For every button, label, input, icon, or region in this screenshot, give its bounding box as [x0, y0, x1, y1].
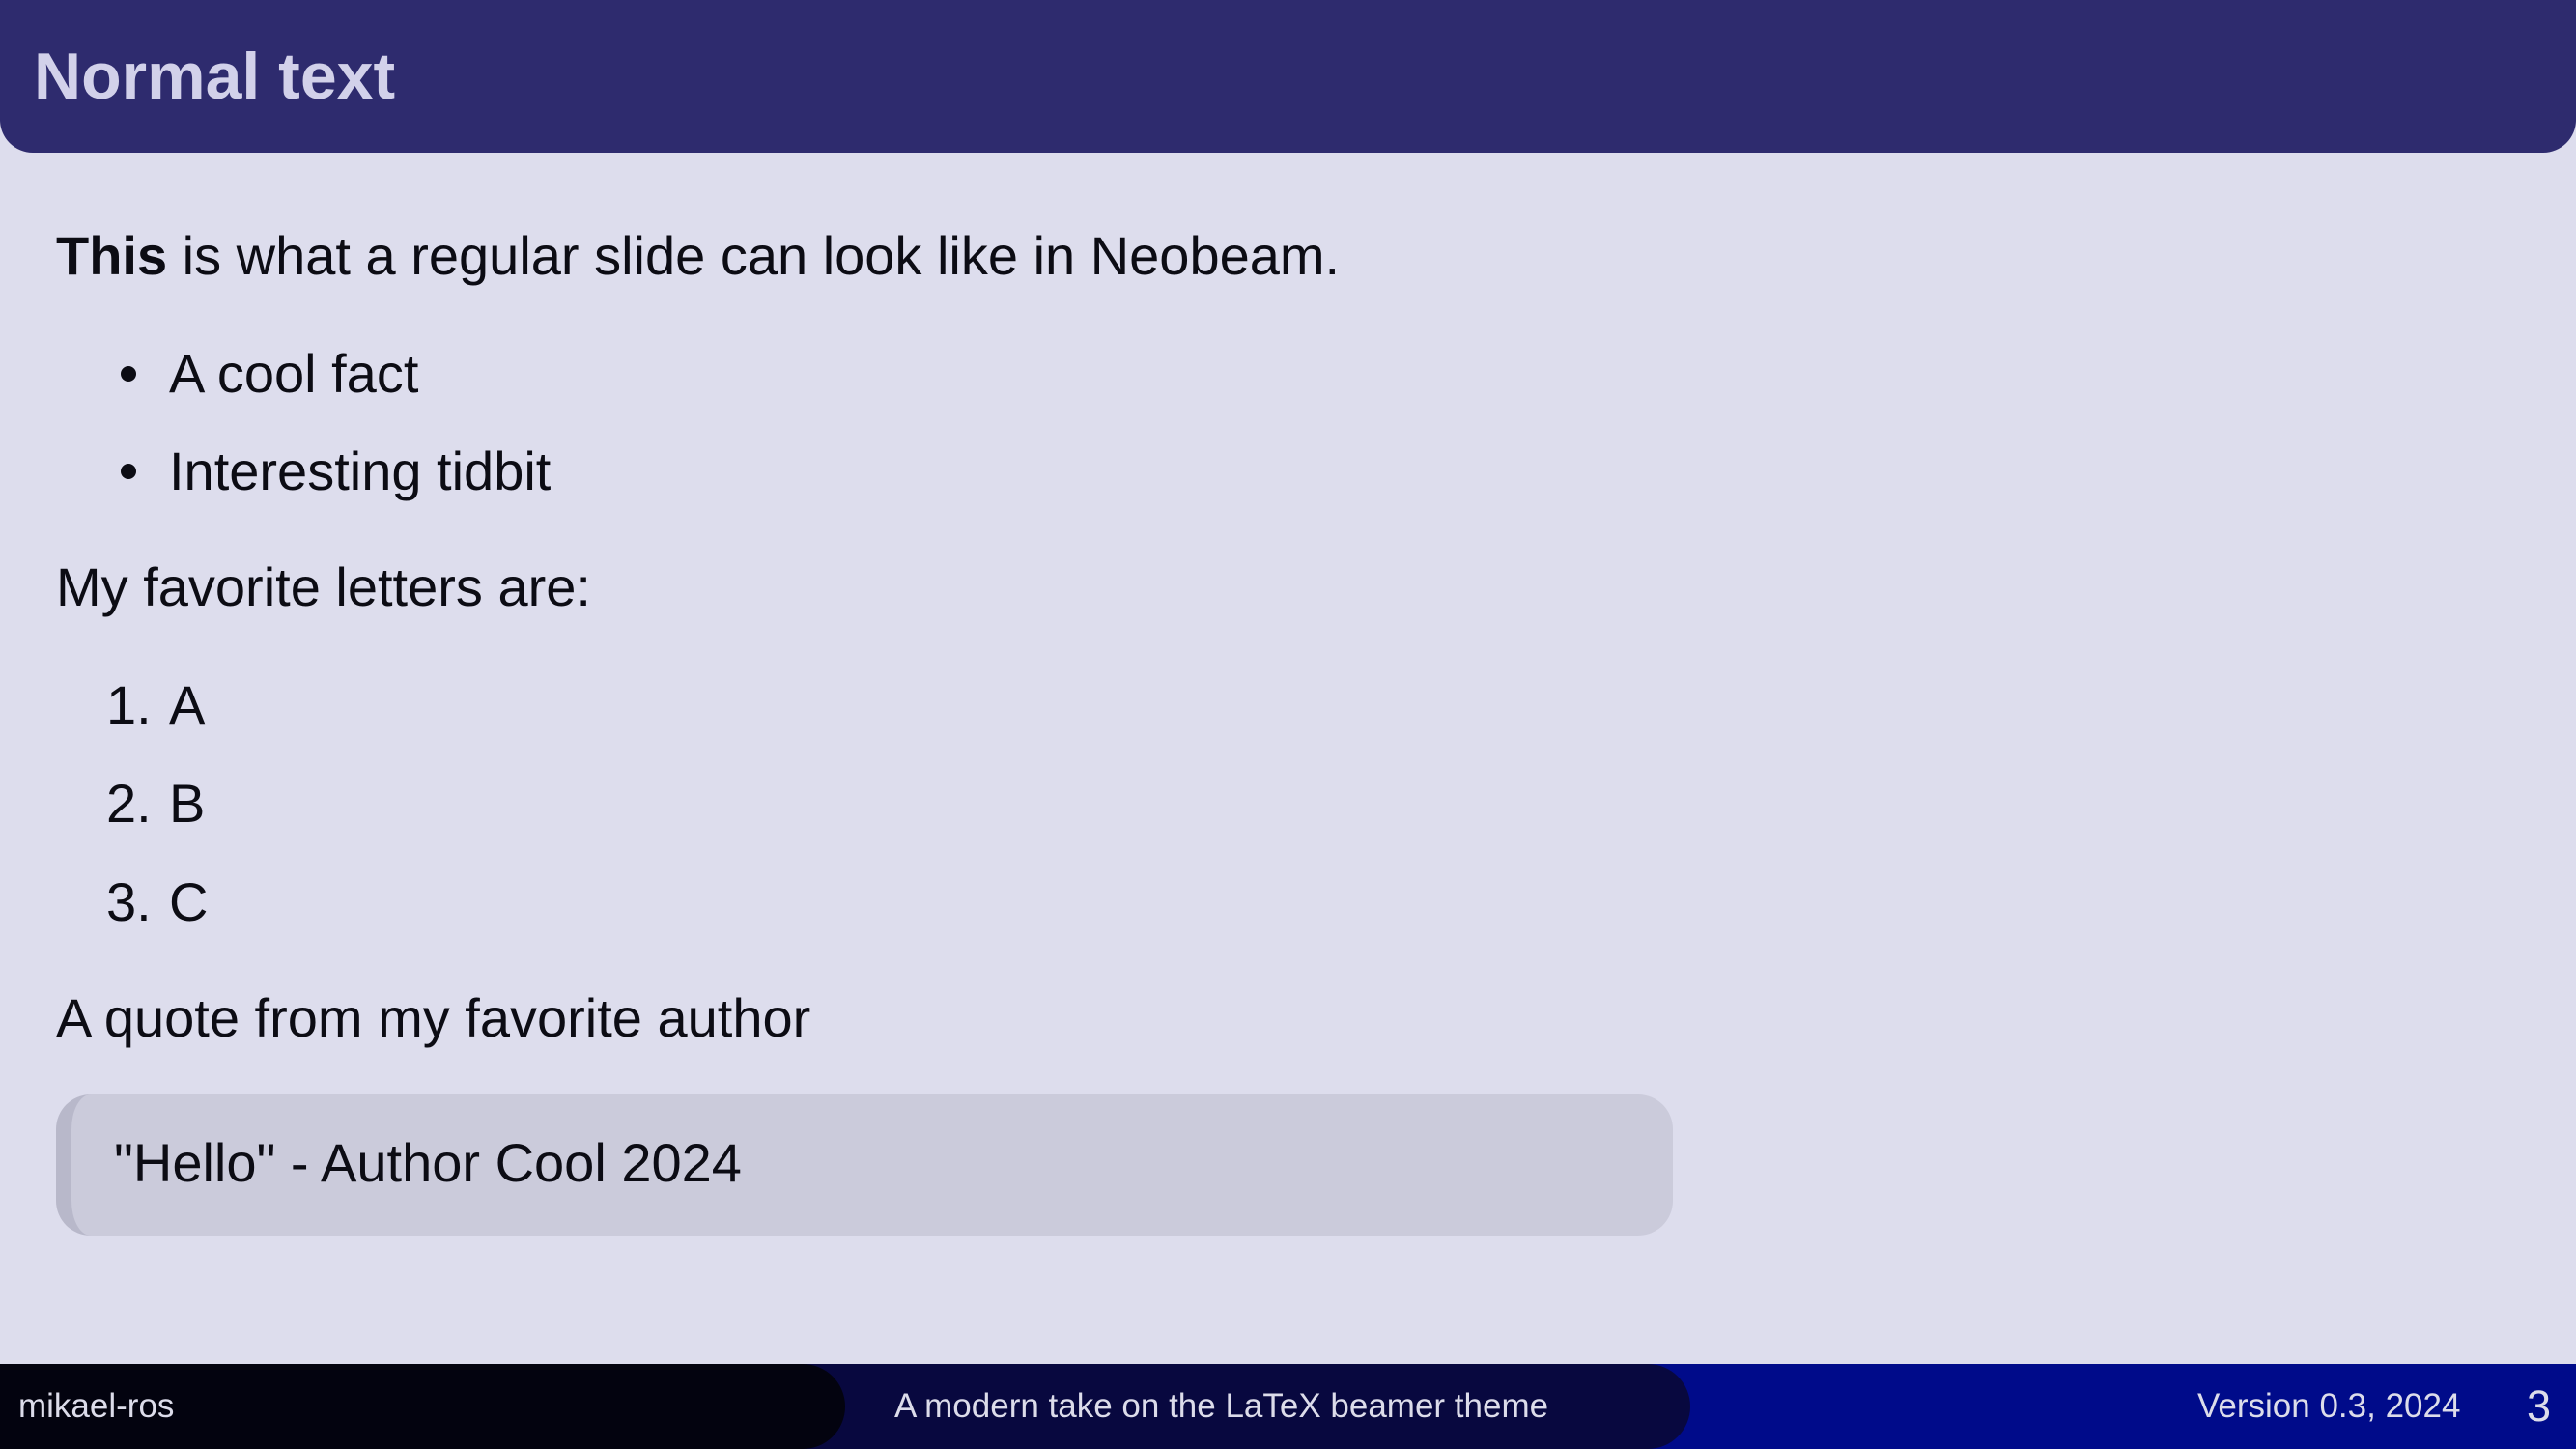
intro-rest-text: is what a regular slide can look like in… [167, 225, 1341, 286]
enum-number-2: 2. [106, 773, 152, 834]
bullet-dot [121, 366, 136, 382]
enum-item-3: C [169, 871, 209, 932]
footer-subtitle: A modern take on the LaTeX beamer theme [894, 1387, 1549, 1425]
enum-number-3: 3. [106, 871, 152, 932]
footer-author: mikael-ros [18, 1387, 175, 1425]
title-bar: Normal text [0, 0, 2576, 153]
slide: Normal text This is what a regular slide… [0, 0, 2576, 1449]
footer-date: Version 0.3, 2024 [2197, 1387, 2461, 1425]
intro-text: This is what a regular slide can look li… [56, 222, 1340, 290]
footer: mikael-ros A modern take on the LaTeX be… [0, 1364, 2576, 1449]
enum-number-1: 1. [106, 674, 152, 735]
enum-item-1: A [169, 674, 206, 735]
intro-bold-word: This [56, 225, 168, 286]
page-number: 3 [2527, 1381, 2552, 1431]
quote-text: "Hello" - Author Cool 2024 [114, 1132, 742, 1193]
quote-block: "Hello" - Author Cool 2024 [56, 1094, 1673, 1236]
quote-heading: A quote from my favorite author [56, 987, 811, 1048]
letters-heading: My favorite letters are: [56, 556, 591, 617]
enum-item-2: B [169, 773, 206, 834]
bullet-item-2: Interesting tidbit [169, 440, 552, 501]
bullet-dot [121, 464, 136, 479]
bullet-item-1: A cool fact [169, 343, 419, 404]
slide-title: Normal text [34, 40, 396, 113]
